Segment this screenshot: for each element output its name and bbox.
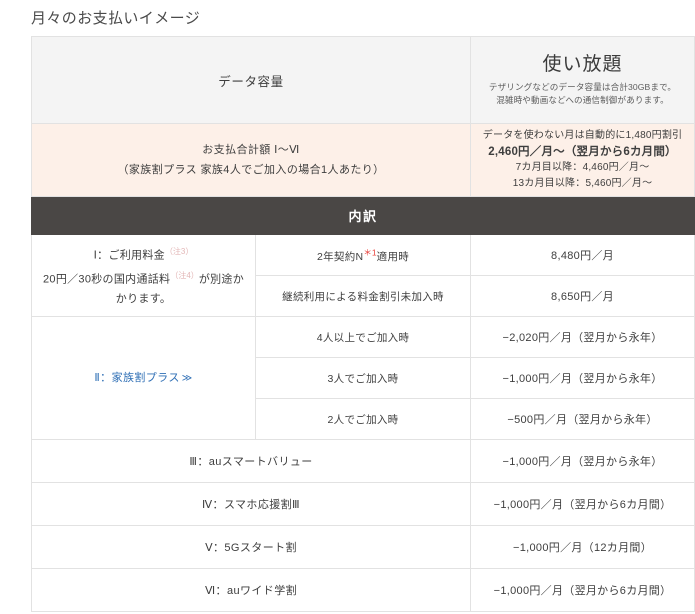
value-au-smart-value: −1,000円／月（翌月から永年）: [470, 439, 695, 483]
footnote-marker-4: （注4）: [170, 271, 199, 280]
total-value-line-1: データを使わない月は自動的に1,480円割引: [482, 130, 683, 141]
unlimited-title: 使い放題: [542, 53, 623, 75]
value-2year-contract: 8,480円／月: [470, 234, 695, 276]
condition-family-2: 2人でご加入時: [254, 398, 472, 440]
row-label-family-discount-plus[interactable]: Ⅱ：家族割プラス ≫: [31, 316, 256, 440]
value-au-wide-student-discount: −1,000円／月（翌月から6カ月間）: [470, 568, 695, 612]
breakdown-band-label: 内訳: [30, 196, 695, 235]
table-row: Ⅲ：auスマートバリュー −1,000円／月（翌月から永年）: [30, 439, 695, 483]
row-label-5g-start-discount: Ⅴ：5Gスタート割: [30, 525, 472, 569]
footnote-marker-3: （注3）: [164, 247, 194, 257]
condition-2year-contract-text: 2年契約N: [316, 250, 364, 263]
usage-fee-subnote: 20円／30秒の国内通話料（注4）が別途かかります。: [40, 266, 247, 309]
total-value-cell: データを使わない月は自動的に1,480円割引 2,460円／月〜（翌月から6カ月…: [470, 123, 695, 197]
pricing-page: 月々のお支払いイメージ データ容量 使い放題 テザリングなどのデータ容量は合計3…: [0, 0, 695, 614]
unlimited-note-line-1: テザリングなどのデータ容量は合計30GBまで。: [488, 81, 677, 92]
pricing-table: データ容量 使い放題 テザリングなどのデータ容量は合計30GBまで。 混雑時や動…: [30, 36, 695, 612]
pricing-table-wrapper: データ容量 使い放題 テザリングなどのデータ容量は合計30GBまで。 混雑時や動…: [30, 36, 695, 612]
total-label-line-1: お支払合計額 Ⅰ〜Ⅵ: [202, 144, 300, 156]
table-row: Ⅴ：5Gスタート割 −1,000円／月（12カ月間）: [30, 525, 695, 569]
condition-family-3: 3人でご加入時: [254, 357, 472, 399]
total-value-line-4: 13カ月目以降：5,460円／月〜: [512, 178, 653, 189]
page-title: 月々のお支払いイメージ: [31, 10, 201, 27]
value-family-2: −500円／月（翌月から永年）: [470, 398, 695, 440]
unlimited-note-line-2: 混雑時や動画などへの通信制御があります。: [496, 94, 669, 105]
value-family-4plus: −2,020円／月（翌月から永年）: [470, 316, 695, 358]
condition-2year-contract: 2年契約N＊1適用時: [254, 234, 472, 276]
family-discount-plus-label: Ⅱ：家族割プラス: [94, 371, 180, 384]
family-discount-plus-link[interactable]: Ⅱ：家族割プラス ≫: [94, 372, 192, 384]
usage-fee-title: Ⅰ：ご利用料金: [93, 250, 165, 262]
table-header-row: データ容量 使い放題 テザリングなどのデータ容量は合計30GBまで。 混雑時や動…: [30, 36, 695, 124]
total-value-line-2: 2,460円／月〜（翌月から6カ月間）: [488, 146, 677, 158]
table-row: Ⅰ：ご利用料金（注3） 20円／30秒の国内通話料（注4）が別途かかります。 2…: [31, 234, 695, 317]
condition-no-continuous-discount: 継続利用による料金割引未加入時: [254, 275, 472, 317]
row-label-smartphone-support-discount: Ⅳ：スマホ応援割Ⅲ: [30, 482, 472, 526]
header-data-capacity-label: データ容量: [30, 36, 472, 124]
footnote-marker-star1: ＊1: [363, 247, 377, 258]
total-label-cell: お支払合計額 Ⅰ〜Ⅵ （家族割プラス 家族4人でご加入の場合1人あたり）: [30, 123, 472, 197]
value-family-3: −1,000円／月（翌月から永年）: [470, 357, 695, 399]
value-5g-start-discount: −1,000円／月（12カ月間）: [470, 525, 695, 569]
usage-fee-subnote-a: 20円／30秒の国内通話料: [42, 273, 171, 286]
total-row: お支払合計額 Ⅰ〜Ⅵ （家族割プラス 家族4人でご加入の場合1人あたり） データ…: [30, 123, 695, 197]
header-unlimited-cell: 使い放題 テザリングなどのデータ容量は合計30GBまで。 混雑時や動画などへの通…: [470, 36, 695, 124]
table-row: Ⅵ：auワイド学割 −1,000円／月（翌月から6カ月間）: [30, 568, 695, 612]
row-label-au-wide-student-discount: Ⅵ：auワイド学割: [30, 568, 472, 612]
condition-2year-contract-tail: 適用時: [376, 250, 410, 263]
total-value-line-3: 7カ月目以降：4,460円／月〜: [515, 162, 650, 173]
row-label-au-smart-value: Ⅲ：auスマートバリュー: [30, 439, 472, 483]
table-row: Ⅱ：家族割プラス ≫ 4人以上でご加入時 −2,020円／月（翌月から永年）: [31, 316, 695, 440]
table-row: Ⅳ：スマホ応援割Ⅲ −1,000円／月（翌月から6カ月間）: [30, 482, 695, 526]
chevron-right-icon: ≫: [181, 372, 193, 384]
usage-fee-title-line: Ⅰ：ご利用料金（注3）: [40, 242, 247, 266]
breakdown-band-row: 内訳: [30, 196, 695, 235]
value-smartphone-support-discount: −1,000円／月（翌月から6カ月間）: [470, 482, 695, 526]
row-label-usage-fee: Ⅰ：ご利用料金（注3） 20円／30秒の国内通話料（注4）が別途かかります。: [31, 234, 256, 317]
total-label-line-2: （家族割プラス 家族4人でご加入の場合1人あたり）: [117, 164, 385, 176]
condition-family-4plus: 4人以上でご加入時: [254, 316, 472, 358]
value-no-continuous-discount: 8,650円／月: [470, 275, 695, 317]
